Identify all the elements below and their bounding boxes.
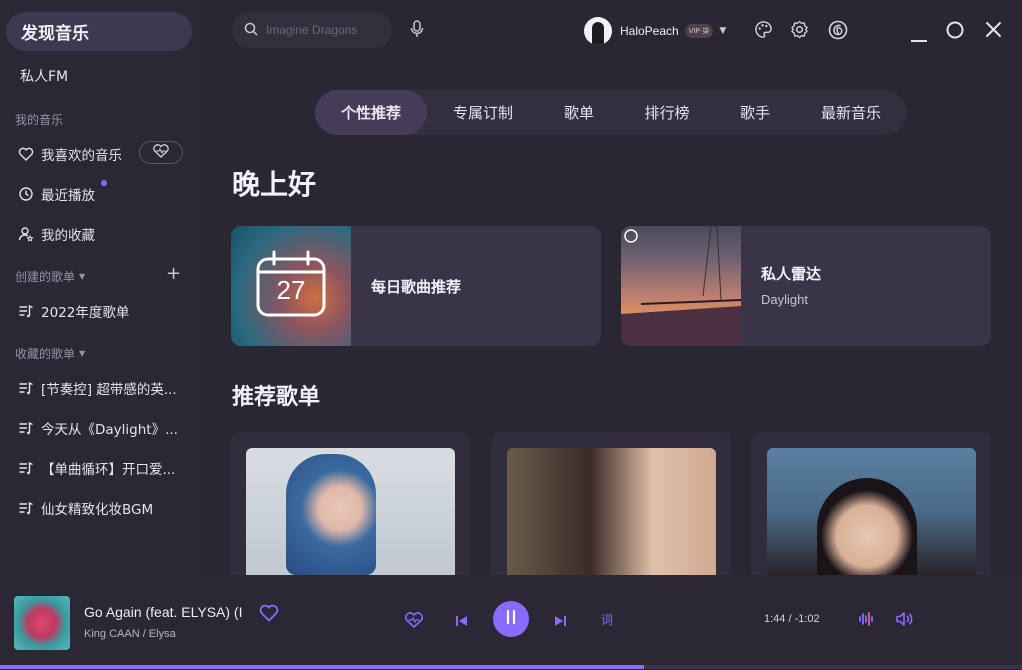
- sidebar-item-label: 今天从《Daylight》...: [41, 422, 178, 438]
- playlist-cover: [246, 448, 455, 575]
- card-subtitle: Daylight: [761, 292, 808, 307]
- user-name: HaloPeach: [620, 24, 679, 38]
- sidebar-item-liked[interactable]: 我喜欢的音乐: [17, 144, 122, 164]
- progress-fill: [0, 665, 644, 669]
- heart-icon: [17, 145, 35, 163]
- daily-recommend-card[interactable]: 27 每日歌曲推荐: [231, 226, 601, 346]
- sidebar-item-label: [节奏控] 超带感的英...: [41, 382, 177, 398]
- card-title: 每日歌曲推荐: [371, 278, 462, 296]
- fav-playlists-title[interactable]: 收藏的歌单 ▼: [15, 345, 85, 362]
- netease-icon[interactable]: [828, 20, 848, 44]
- sound-effect-icon[interactable]: [858, 611, 874, 631]
- sidebar-playlist-item[interactable]: 仙女精致化妆BGM: [17, 498, 153, 518]
- playlist-cover: [507, 448, 716, 575]
- sidebar-playlist-item[interactable]: 2022年度歌单: [17, 301, 129, 321]
- private-radar-card[interactable]: 私人雷达 Daylight: [621, 226, 991, 346]
- like-heart-icon[interactable]: [259, 604, 279, 626]
- unread-dot: [101, 180, 107, 186]
- sidebar-item-label: 最近播放: [41, 188, 95, 204]
- playlist-card[interactable]: [230, 432, 470, 575]
- playlist-icon: [17, 499, 35, 517]
- created-playlists-title[interactable]: 创建的歌单 ▼: [15, 268, 85, 285]
- volume-icon[interactable]: [895, 611, 913, 631]
- created-playlists-label: 创建的歌单: [15, 270, 76, 284]
- sidebar-item-recent[interactable]: 最近播放: [17, 184, 95, 204]
- tab-artists[interactable]: 歌手: [715, 90, 795, 135]
- sidebar-playlist-item[interactable]: [节奏控] 超带感的英...: [17, 378, 177, 398]
- sidebar-item-label: 2022年度歌单: [41, 305, 130, 321]
- tab-playlists[interactable]: 歌单: [539, 90, 619, 135]
- gear-icon[interactable]: [790, 20, 809, 43]
- heartbeat-mode-icon[interactable]: [404, 612, 424, 632]
- tab-bar: 个性推荐 专属订制 歌单 排行榜 歌手 最新音乐: [315, 90, 907, 135]
- palette-icon[interactable]: [754, 20, 773, 43]
- caret-down-icon: ▼: [79, 349, 86, 358]
- radar-cover: [621, 226, 742, 346]
- song-title[interactable]: Go Again (feat. ELYSA) (I: [84, 604, 252, 620]
- pause-icon: [504, 609, 518, 629]
- tab-charts[interactable]: 排行榜: [619, 90, 715, 135]
- playlist-card[interactable]: [491, 432, 731, 575]
- calendar-day: 27: [276, 275, 306, 305]
- user-star-icon: [17, 225, 35, 243]
- sidebar-item-label: 我喜欢的音乐: [41, 148, 122, 164]
- music-app: 发现音乐 私人FM 我的音乐 我喜欢的音乐 最近播放 我的收藏 创建的歌单 ▼ …: [0, 0, 1022, 670]
- sidebar-playlist-item[interactable]: 【单曲循环】开口爱...: [17, 458, 175, 478]
- close-icon[interactable]: [985, 21, 1002, 42]
- tab-custom[interactable]: 专属订制: [427, 90, 539, 135]
- add-playlist-button[interactable]: +: [166, 264, 181, 284]
- nav-fm[interactable]: 私人FM: [20, 66, 68, 86]
- playlist-card[interactable]: [751, 432, 991, 575]
- vip-badge: VIP·柒: [684, 24, 714, 38]
- previous-icon[interactable]: [455, 613, 469, 632]
- now-playing-cover[interactable]: [14, 596, 70, 650]
- tab-new-music[interactable]: 最新音乐: [795, 90, 907, 135]
- sidebar-item-label: 我的收藏: [41, 228, 95, 244]
- recommended-playlists-title: 推荐歌单: [232, 385, 321, 410]
- user-menu[interactable]: HaloPeach VIP·柒 ▼: [584, 16, 726, 46]
- heart-mode-button[interactable]: [139, 141, 183, 164]
- sidebar: 发现音乐 私人FM 我的音乐 我喜欢的音乐 最近播放 我的收藏 创建的歌单 ▼ …: [0, 0, 200, 575]
- playback-time: 1:44 / -1:02: [764, 613, 820, 625]
- clock-icon: [17, 185, 35, 203]
- song-artist[interactable]: King CAAN / Elysa: [84, 628, 176, 640]
- greeting: 晚上好: [232, 168, 317, 201]
- heartbeat-icon: [152, 143, 170, 162]
- playlist-icon: [17, 459, 35, 477]
- playlist-icon: [17, 419, 35, 437]
- daily-cover: 27: [231, 226, 351, 346]
- radar-cover-art: [621, 226, 742, 346]
- player-bar: Go Again (feat. ELYSA) (I King CAAN / El…: [0, 575, 1022, 670]
- maximize-icon[interactable]: [946, 21, 964, 43]
- avatar[interactable]: [584, 17, 612, 45]
- playlist-icon: [17, 302, 35, 320]
- playlist-icon: [17, 379, 35, 397]
- next-icon[interactable]: [553, 613, 567, 632]
- nav-discover[interactable]: 发现音乐: [6, 12, 192, 51]
- lyrics-button[interactable]: 词: [601, 611, 613, 628]
- tab-recommend[interactable]: 个性推荐: [315, 90, 427, 135]
- minimize-icon[interactable]: [910, 28, 928, 47]
- sidebar-playlist-item[interactable]: 今天从《Daylight》...: [17, 418, 178, 438]
- sidebar-item-label: 仙女精致化妆BGM: [41, 502, 154, 518]
- fav-playlists-label: 收藏的歌单: [15, 347, 76, 361]
- sidebar-item-label: 【单曲循环】开口爱...: [41, 462, 176, 478]
- caret-down-icon: ▼: [79, 272, 86, 281]
- progress-bar[interactable]: [0, 665, 1022, 669]
- card-title: 私人雷达: [761, 265, 822, 283]
- pause-button[interactable]: [493, 601, 529, 637]
- my-music-title: 我的音乐: [15, 111, 63, 128]
- playlist-cover: [767, 448, 976, 575]
- search-icon: [244, 21, 258, 40]
- search-box[interactable]: [232, 12, 392, 48]
- my-music-label: 我的音乐: [15, 113, 64, 127]
- caret-down-icon[interactable]: ▼: [719, 26, 726, 36]
- mic-icon[interactable]: [410, 20, 424, 42]
- search-input[interactable]: [266, 23, 386, 37]
- sidebar-item-collections[interactable]: 我的收藏: [17, 224, 95, 244]
